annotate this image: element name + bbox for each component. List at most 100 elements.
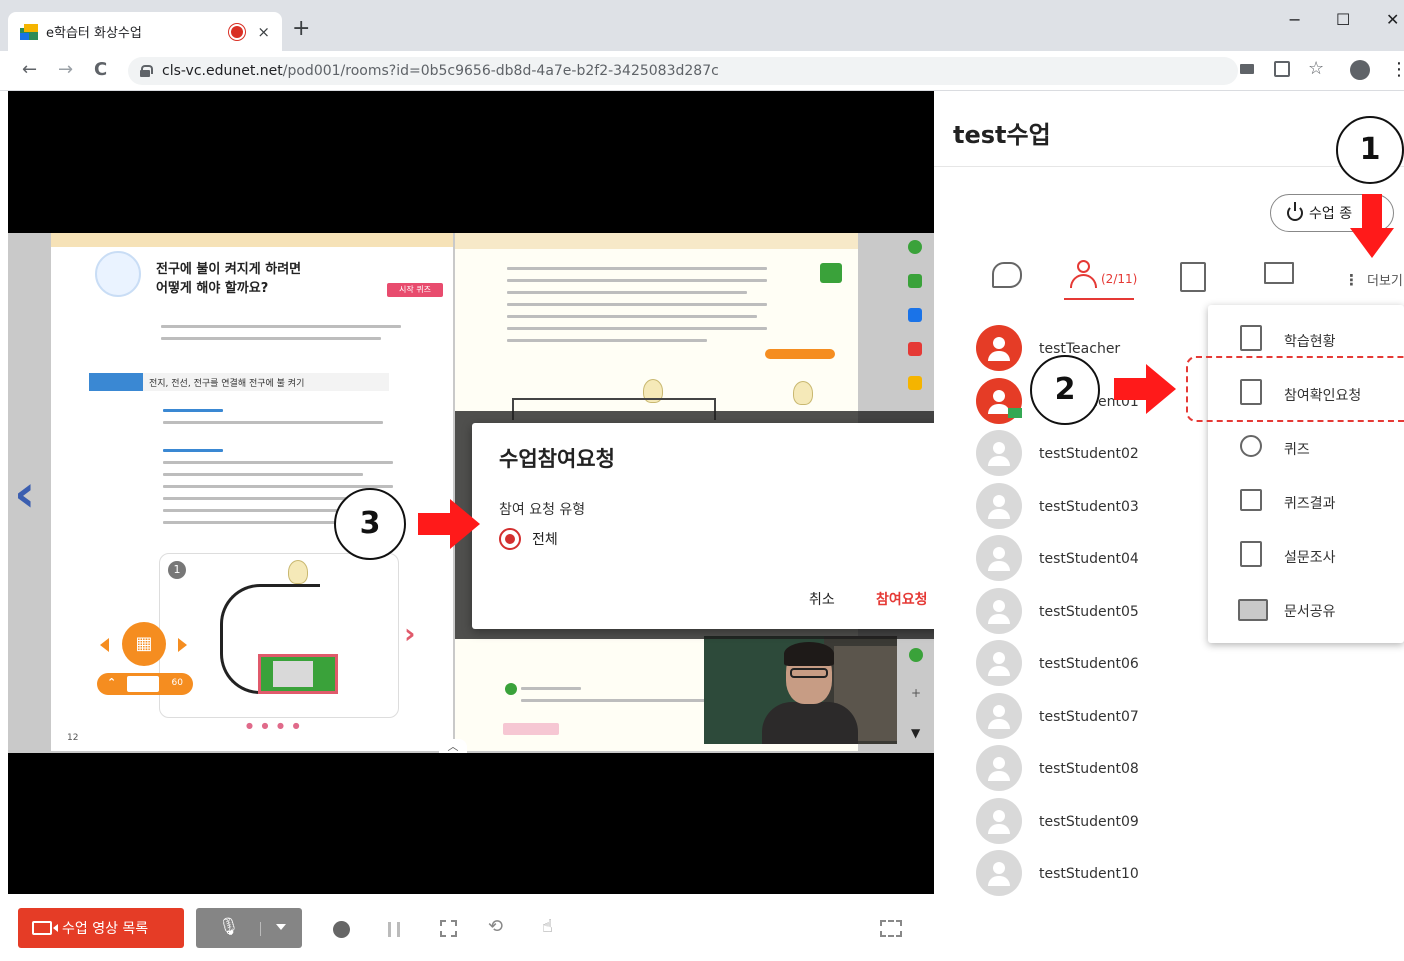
- participant-count: (2/11): [1101, 272, 1138, 286]
- menu-item-document-share[interactable]: 문서공유: [1208, 589, 1404, 629]
- request-participation-button[interactable]: 참여요청: [876, 589, 928, 609]
- participant-item[interactable]: testStudent10: [976, 850, 1216, 903]
- presentation-tab-icon[interactable]: [1264, 262, 1294, 284]
- survey-icon: [1240, 541, 1262, 567]
- browser-tab-strip: e학습터 화상수업 × + − ☐ ✕: [0, 0, 1404, 51]
- textbook-tag: 시작 퀴즈: [387, 283, 443, 297]
- participants-tab[interactable]: (2/11): [1066, 258, 1142, 298]
- avatar-icon: [976, 797, 1022, 844]
- tool-shape-icon[interactable]: [908, 308, 922, 322]
- record-button[interactable]: [333, 921, 350, 938]
- page-grid-button[interactable]: ▦: [122, 622, 166, 666]
- browser-menu-icon[interactable]: ⋮: [1390, 59, 1404, 80]
- pip-toggle-icon[interactable]: [880, 920, 902, 937]
- participant-item[interactable]: testStudent03: [976, 482, 1216, 536]
- next-arrow-icon[interactable]: [178, 638, 187, 652]
- participant-name: testStudent10: [1039, 866, 1139, 882]
- profile-avatar-icon[interactable]: [1350, 60, 1370, 80]
- step-2-marker: 2: [1030, 355, 1100, 425]
- question-icon: [1240, 435, 1262, 457]
- menu-item-quiz-result[interactable]: 퀴즈결과: [1208, 481, 1404, 521]
- video-list-button[interactable]: 수업 영상 목록: [18, 908, 184, 948]
- participant-item[interactable]: testStudent07: [976, 692, 1216, 746]
- previous-page-button[interactable]: ‹: [14, 468, 35, 520]
- rotate-icon[interactable]: ⟲: [488, 916, 503, 937]
- browser-tab[interactable]: e학습터 화상수업 ×: [8, 12, 282, 51]
- participant-item[interactable]: testStudent04: [976, 535, 1216, 588]
- step-3-marker: 3: [334, 488, 406, 560]
- menu-item-quiz[interactable]: 퀴즈: [1208, 427, 1404, 467]
- recording-indicator-icon: [231, 25, 244, 38]
- participant-item[interactable]: testStudent06: [976, 640, 1216, 693]
- minimize-button[interactable]: −: [1288, 10, 1301, 29]
- tool-circle-icon[interactable]: [908, 240, 922, 254]
- chevron-up-icon: ⌃: [107, 676, 117, 689]
- zoom-plus-icon[interactable]: +: [911, 686, 921, 700]
- avatar-icon: [976, 430, 1022, 476]
- pin-icon[interactable]: ▼: [911, 726, 920, 740]
- highlight-box: [1186, 356, 1404, 422]
- participant-name: testStudent05: [1039, 603, 1139, 620]
- pointer-hand-icon[interactable]: ☝: [542, 916, 553, 937]
- more-menu-button[interactable]: ⋮ 더보기: [1344, 270, 1403, 289]
- collapse-toolbar-icon[interactable]: ︿: [439, 739, 467, 753]
- participant-item[interactable]: testStudent02: [976, 430, 1216, 483]
- tool-pen-icon[interactable]: [908, 274, 922, 288]
- tab-close-icon[interactable]: ×: [257, 23, 270, 41]
- maximize-button[interactable]: ☐: [1336, 10, 1350, 29]
- avatar-icon: [976, 640, 1022, 686]
- participant-item[interactable]: testStudent09: [976, 797, 1216, 851]
- video-camera-icon: [32, 921, 58, 935]
- mic-muted-icon: 🎙: [218, 917, 240, 936]
- quiz-tab-icon[interactable]: [1180, 262, 1206, 292]
- new-tab-button[interactable]: +: [292, 18, 310, 40]
- activity-bar: 전지, 전선, 전구를 연결해 전구에 불 켜기: [89, 373, 389, 391]
- circuit-figure: 1: [159, 553, 399, 718]
- step-1-marker: 1: [1336, 116, 1404, 184]
- camera-in-use-icon[interactable]: [1240, 64, 1254, 74]
- participant-name: testStudent03: [1039, 498, 1139, 515]
- character-illustration: [95, 251, 141, 297]
- zoom-control[interactable]: ⌃ 60: [97, 673, 193, 695]
- book-icon: [1238, 599, 1268, 621]
- translate-icon[interactable]: [1274, 61, 1290, 77]
- teacher-webcam: [704, 636, 897, 744]
- pause-button[interactable]: [388, 922, 400, 937]
- participant-name: testStudent02: [1039, 446, 1139, 462]
- participation-request-dialog: 수업참여요청 참여 요청 유형 전체 취소 참여요청: [472, 423, 956, 629]
- cancel-button[interactable]: 취소: [809, 589, 835, 609]
- reload-button[interactable]: C: [94, 59, 107, 80]
- screen: e학습터 화상수업 × + − ☐ ✕ ← → C cls-vc.edunet.…: [0, 0, 1404, 961]
- participant-name: testTeacher: [1039, 341, 1121, 357]
- request-type-label: 참여 요청 유형: [499, 502, 586, 518]
- prev-arrow-icon[interactable]: [100, 638, 109, 652]
- radio-all-label[interactable]: 전체: [532, 529, 558, 549]
- participant-name: testStudent09: [1039, 813, 1139, 830]
- chat-tab-icon[interactable]: [992, 262, 1022, 288]
- tab-title: e학습터 화상수업: [46, 26, 142, 41]
- url-field[interactable]: cls-vc.edunet.net /pod001/rooms?id=0b5c9…: [128, 57, 1238, 85]
- page-number-left: 12: [67, 733, 79, 743]
- power-icon: [1287, 202, 1303, 221]
- region-select-icon[interactable]: [440, 920, 457, 937]
- chevron-down-icon: [276, 924, 286, 930]
- menu-item-survey[interactable]: 설문조사: [1208, 535, 1404, 575]
- avatar-icon: [976, 482, 1022, 529]
- microphone-button[interactable]: 🎙: [196, 908, 302, 948]
- participant-item[interactable]: testTeacher: [976, 325, 1216, 378]
- tool-star-icon[interactable]: [908, 376, 922, 390]
- url-path: /pod001/rooms?id=0b5c9656-db8d-4a7e-b2f2…: [282, 63, 719, 79]
- participant-item[interactable]: testStudent08: [976, 745, 1216, 798]
- close-window-button[interactable]: ✕: [1386, 10, 1399, 29]
- tool-green-icon[interactable]: [909, 648, 923, 662]
- radio-all[interactable]: [499, 528, 521, 550]
- back-button[interactable]: ←: [22, 59, 37, 80]
- menu-item-learning-status[interactable]: 학습현황: [1208, 319, 1404, 359]
- avatar-icon: [976, 692, 1022, 739]
- bookmark-star-icon[interactable]: ☆: [1308, 58, 1324, 79]
- next-page-button[interactable]: ›: [404, 620, 416, 648]
- dialog-title: 수업참여요청: [499, 447, 615, 471]
- forward-button[interactable]: →: [58, 59, 73, 80]
- participant-item[interactable]: testStudent05: [976, 587, 1216, 641]
- tool-eraser-icon[interactable]: [908, 342, 922, 356]
